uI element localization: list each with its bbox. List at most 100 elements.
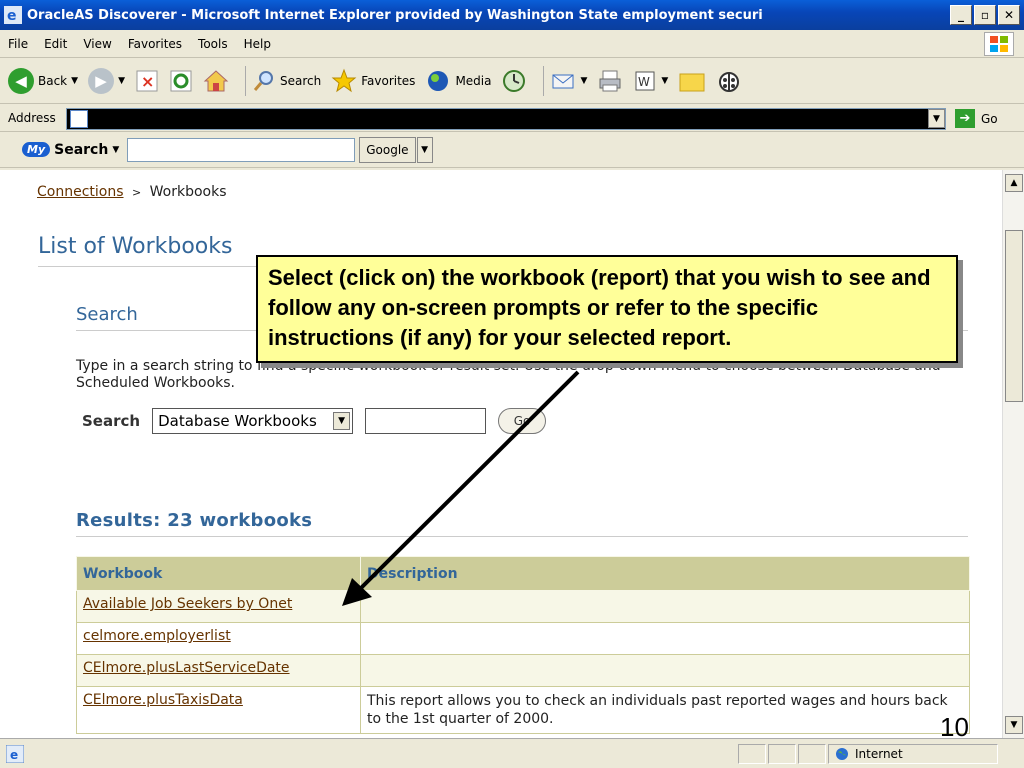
address-input[interactable] <box>66 108 946 130</box>
chevron-down-icon: ▼ <box>333 412 351 430</box>
stop-icon: × <box>136 70 158 91</box>
search-field-label: Search <box>82 412 141 430</box>
search-label: Search <box>279 73 322 88</box>
window-title: OracleAS Discoverer - Microsoft Internet… <box>27 7 763 23</box>
stop-button[interactable]: × <box>135 69 159 93</box>
home-button[interactable] <box>203 68 229 94</box>
history-icon <box>503 69 526 92</box>
workbook-link[interactable]: CElmore.plusTaxisData <box>83 692 243 708</box>
search-description: Type in a search string to find a specif… <box>76 358 941 391</box>
folder-icon <box>679 73 705 91</box>
chevron-down-icon: ▼ <box>661 75 669 86</box>
back-arrow-icon: ◀ <box>8 67 34 94</box>
menu-help[interactable]: Help <box>236 37 279 51</box>
word-icon: W <box>635 71 655 90</box>
column-header-description[interactable]: Description <box>360 556 970 591</box>
table-row: celmore.employerlist <box>76 622 970 655</box>
my-search-button[interactable]: My Search ▼ <box>22 142 119 158</box>
address-bar: Address ▼ ➔ Go <box>0 104 1024 132</box>
search-go-button[interactable]: Go <box>498 408 547 434</box>
table-row: CElmore.plusLastServiceDate <box>76 654 970 687</box>
workbook-cell: celmore.employerlist <box>76 622 361 655</box>
menu-view[interactable]: View <box>75 37 119 51</box>
workbook-link[interactable]: CElmore.plusLastServiceDate <box>83 660 290 676</box>
status-bar: e Internet <box>0 738 1024 768</box>
chevron-down-icon: ▼ <box>112 144 120 155</box>
menu-edit[interactable]: Edit <box>36 37 75 51</box>
menu-tools[interactable]: Tools <box>190 37 236 51</box>
workbook-cell: CElmore.plusLastServiceDate <box>76 654 361 687</box>
page-icon <box>70 110 88 128</box>
google-dropdown-button[interactable]: ▼ <box>416 136 433 163</box>
close-button[interactable]: ✕ <box>998 5 1020 25</box>
column-header-workbook[interactable]: Workbook <box>76 556 361 591</box>
description-cell <box>360 590 970 623</box>
table-header-row: Workbook Description <box>76 556 970 591</box>
forward-arrow-icon: ▶ <box>88 67 115 94</box>
breadcrumb-connections-link[interactable]: Connections <box>37 184 124 200</box>
workbook-search-input[interactable] <box>365 408 487 434</box>
workbook-cell: Available Job Seekers by Onet <box>76 590 361 623</box>
favorites-button[interactable]: Favorites <box>331 68 415 94</box>
address-go-button[interactable]: ➔ Go <box>955 109 998 128</box>
go-label: Go <box>981 111 998 126</box>
svg-text:e: e <box>7 8 17 24</box>
description-cell: This report allows you to check an indiv… <box>360 686 970 734</box>
back-button[interactable]: ◀ Back ▼ <box>8 67 78 94</box>
address-label: Address <box>8 110 56 125</box>
refresh-button[interactable] <box>169 69 193 93</box>
forward-button[interactable]: ▶ ▼ <box>88 67 125 94</box>
discuss-button[interactable] <box>678 68 706 94</box>
edit-button[interactable]: W ▼ <box>633 69 668 93</box>
status-cell <box>738 744 766 764</box>
address-dropdown-button[interactable]: ▼ <box>928 109 945 128</box>
status-cell <box>768 744 796 764</box>
workbooks-table: Workbook Description Available Job Seeke… <box>76 556 970 734</box>
refresh-icon <box>170 70 192 91</box>
go-arrow-icon: ➔ <box>955 109 975 128</box>
maximize-button[interactable]: ▫ <box>974 5 996 25</box>
messenger-button[interactable] <box>716 68 742 94</box>
workbook-link[interactable]: celmore.employerlist <box>83 628 231 644</box>
toolbar-separator <box>543 65 545 96</box>
slide-number: 10 <box>940 712 969 742</box>
standard-toolbar: ◀ Back ▼ ▶ ▼ × Search Favorites Media ▼ … <box>0 58 1024 104</box>
results-heading: Results: 23 workbooks <box>76 510 313 531</box>
media-button[interactable]: Media <box>425 68 491 94</box>
print-button[interactable] <box>597 68 623 94</box>
favorites-label: Favorites <box>361 73 416 88</box>
star-icon <box>331 68 357 92</box>
search-button[interactable]: Search <box>252 69 321 93</box>
menu-file[interactable]: File <box>0 37 36 51</box>
scroll-down-button[interactable]: ▼ <box>1005 716 1023 734</box>
menu-favorites[interactable]: Favorites <box>120 37 190 51</box>
toolbar-search-input[interactable] <box>127 137 356 162</box>
page-title: List of Workbooks <box>38 234 233 259</box>
printer-icon <box>599 70 621 91</box>
home-icon <box>203 69 229 91</box>
scroll-up-button[interactable]: ▲ <box>1005 174 1023 192</box>
ladybug-icon <box>719 71 740 92</box>
chevron-down-icon: ▼ <box>580 75 588 86</box>
breadcrumb-current: Workbooks <box>149 184 227 200</box>
minimize-button[interactable]: _ <box>950 5 972 25</box>
search-icon <box>253 70 273 91</box>
my-search-label: Search <box>54 141 109 158</box>
mail-button[interactable]: ▼ <box>550 68 587 94</box>
vertical-scrollbar[interactable]: ▲ ▼ <box>1002 170 1024 738</box>
windows-logo-icon <box>984 32 1014 56</box>
media-icon <box>428 70 449 91</box>
globe-icon <box>836 748 848 760</box>
workbook-type-select[interactable]: Database Workbooks ▼ <box>152 408 354 434</box>
google-search-button[interactable]: Google <box>359 136 416 163</box>
status-cell <box>798 744 826 764</box>
table-row: Available Job Seekers by Onet <box>76 590 970 623</box>
description-cell <box>360 654 970 687</box>
workbook-link[interactable]: Available Job Seekers by Onet <box>83 596 292 612</box>
menu-bar: File Edit View Favorites Tools Help <box>0 30 1024 58</box>
workbook-cell: CElmore.plusTaxisData <box>76 686 361 734</box>
scroll-thumb[interactable] <box>1005 230 1023 402</box>
back-label: Back <box>38 73 68 88</box>
zone-cell: Internet <box>828 744 998 764</box>
history-button[interactable] <box>501 68 527 94</box>
